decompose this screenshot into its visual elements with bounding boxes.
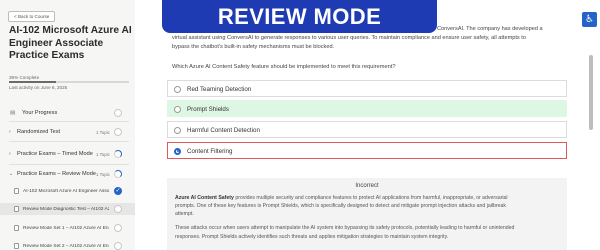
status-ring: [114, 224, 122, 232]
sidebar-item-review-mode[interactable]: ⌄ Practice Exams – Review Mode 1 Topic: [0, 168, 135, 180]
divider: [9, 164, 129, 165]
sub-item-set-1[interactable]: Review Mode Set 1 – AI102 Azure AI Eng: [0, 222, 135, 234]
explanation-bold-term: Azure AI Content Safety: [175, 195, 234, 201]
explanation-line: These attacks occur when users attempt t…: [175, 225, 515, 231]
divider: [9, 121, 129, 122]
status-ring-partial: [114, 150, 122, 158]
option-label: Red Teaming Detection: [187, 85, 252, 93]
course-title: AI-102 Microsoft Azure AI Engineer Assoc…: [9, 25, 132, 61]
banner-title: REVIEW MODE: [217, 4, 382, 29]
sidebar-item-label: Practice Exams – Timed Mode: [17, 151, 93, 157]
status-ring-partial: [114, 170, 122, 178]
answer-option-red-teaming[interactable]: Red Teaming Detection: [167, 80, 567, 97]
document-icon: [14, 242, 19, 249]
progress-icon: ▤: [10, 110, 16, 116]
progress-text: 39% Complete: [9, 75, 40, 80]
completed-check-icon: ✓: [114, 187, 122, 195]
sub-item-label: AI-102 Microsoft Azure AI Engineer Asso: [23, 188, 109, 194]
progress-bar: [9, 81, 129, 83]
option-label: Content Filtering: [187, 147, 233, 155]
explanation-line: prompts. One of these key features is Pr…: [175, 203, 507, 209]
chevron-down-icon: ⌄: [9, 171, 14, 177]
chevron-right-icon: ›: [9, 151, 11, 157]
status-ring: [114, 242, 122, 250]
question-text-line-2: virtual assistant using ConversAI to gen…: [172, 35, 526, 41]
radio-button[interactable]: [174, 85, 181, 93]
accessibility-icon[interactable]: ♿: [582, 12, 597, 27]
course-sidebar: < Back to Course AI-102 Microsoft Azure …: [0, 0, 135, 250]
document-icon: [14, 187, 19, 194]
sidebar-item-label: Practice Exams – Review Mode: [17, 171, 96, 177]
radio-button[interactable]: [174, 105, 181, 113]
explanation-text: provides multiple security and complianc…: [233, 195, 508, 201]
explanation-panel: Incorrect Azure AI Content Safety provid…: [167, 178, 567, 250]
question-text-line-1: ConversAI. The company has developed a: [437, 26, 543, 32]
scrollbar-thumb[interactable]: [589, 55, 593, 130]
answer-option-prompt-shields[interactable]: Prompt Shields: [167, 100, 567, 117]
explanation-line: responses. Prompt Shields actively ident…: [175, 234, 449, 240]
result-title: Incorrect: [355, 183, 379, 189]
topic-count: 1 Topic: [96, 151, 110, 157]
option-label: Harmful Content Detection: [187, 126, 260, 134]
sub-item-label: Review Mode Set 2 – AI102 Azure AI Eng: [23, 243, 109, 249]
status-ring: [114, 128, 122, 136]
sub-item-label: Review Mode Set 1 – AI102 Azure AI Eng: [23, 225, 109, 231]
radio-button-selected[interactable]: [174, 147, 181, 155]
question-prompt: Which Azure AI Content Safety feature sh…: [172, 64, 396, 70]
progress-status-ring: [114, 109, 122, 117]
radio-button[interactable]: [174, 126, 181, 134]
status-ring: [114, 205, 122, 213]
sub-item-diagnostic-test[interactable]: Review Mode Diagnostic Test – AI102 Az: [0, 203, 135, 215]
answer-option-content-filtering[interactable]: Content Filtering: [167, 142, 567, 159]
question-text-line-3: bypass the chatbot's built-in safety mec…: [172, 44, 335, 50]
sidebar-item-randomized-test[interactable]: › Randomized Test 1 Topic: [0, 126, 135, 138]
topic-count: 1 Topic: [96, 171, 110, 177]
back-to-course-button[interactable]: < Back to Course: [8, 11, 56, 22]
option-label: Prompt Shields: [187, 105, 229, 113]
answer-option-harmful-content[interactable]: Harmful Content Detection: [167, 121, 567, 138]
sidebar-item-label: Randomized Test: [17, 129, 61, 135]
chevron-right-icon: ›: [9, 129, 11, 135]
document-icon: [14, 224, 19, 231]
document-icon: [14, 205, 19, 212]
sub-item-set-2[interactable]: Review Mode Set 2 – AI102 Azure AI Eng: [0, 240, 135, 250]
your-progress-label: Your Progress: [22, 110, 58, 116]
your-progress-item[interactable]: ▤ Your Progress: [0, 107, 135, 119]
review-mode-banner: REVIEW MODE: [162, 0, 437, 33]
explanation-line: attempt.: [175, 211, 194, 217]
sub-item-practice-exam[interactable]: AI-102 Microsoft Azure AI Engineer Asso …: [0, 185, 135, 197]
topic-count: 1 Topic: [96, 129, 110, 135]
progress-fill: [9, 81, 56, 83]
last-activity-text: Last activity on June 6, 2025: [9, 85, 68, 90]
sub-item-label: Review Mode Diagnostic Test – AI102 Az: [23, 206, 109, 212]
explanation-line: Azure AI Content Safety provides multipl…: [175, 195, 508, 201]
divider: [9, 141, 129, 142]
sidebar-item-timed-mode[interactable]: › Practice Exams – Timed Mode 1 Topic: [0, 148, 135, 160]
